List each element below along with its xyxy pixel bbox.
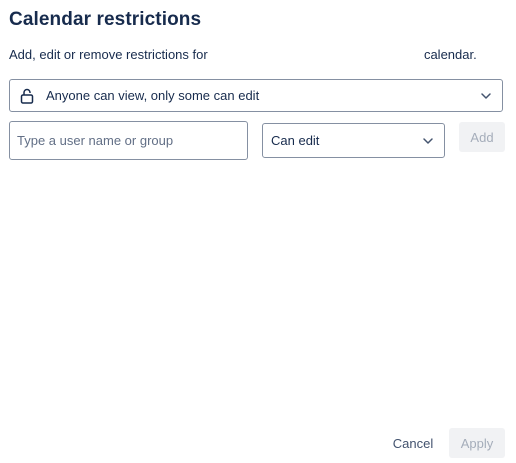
cancel-button[interactable]: Cancel	[383, 428, 443, 458]
chevron-down-icon	[481, 92, 491, 99]
user-or-group-input[interactable]	[9, 121, 248, 160]
unlock-icon	[20, 88, 34, 104]
description-prefix: Add, edit or remove restrictions for	[9, 47, 208, 62]
access-level-value: Anyone can view, only some can edit	[46, 88, 260, 103]
permission-value: Can edit	[271, 133, 320, 148]
permission-select[interactable]: Can edit	[262, 123, 445, 158]
apply-button[interactable]: Apply	[449, 428, 505, 458]
description-suffix: calendar.	[423, 47, 477, 62]
redacted-calendar-name	[211, 47, 420, 59]
chevron-down-icon	[423, 137, 433, 144]
dialog-description: Add, edit or remove restrictions for cal…	[9, 47, 477, 62]
calendar-restrictions-dialog: Calendar restrictions Add, edit or remov…	[0, 0, 516, 463]
dialog-title: Calendar restrictions	[9, 9, 202, 30]
access-level-select[interactable]: Anyone can view, only some can edit	[9, 79, 503, 112]
add-button[interactable]: Add	[459, 122, 505, 152]
